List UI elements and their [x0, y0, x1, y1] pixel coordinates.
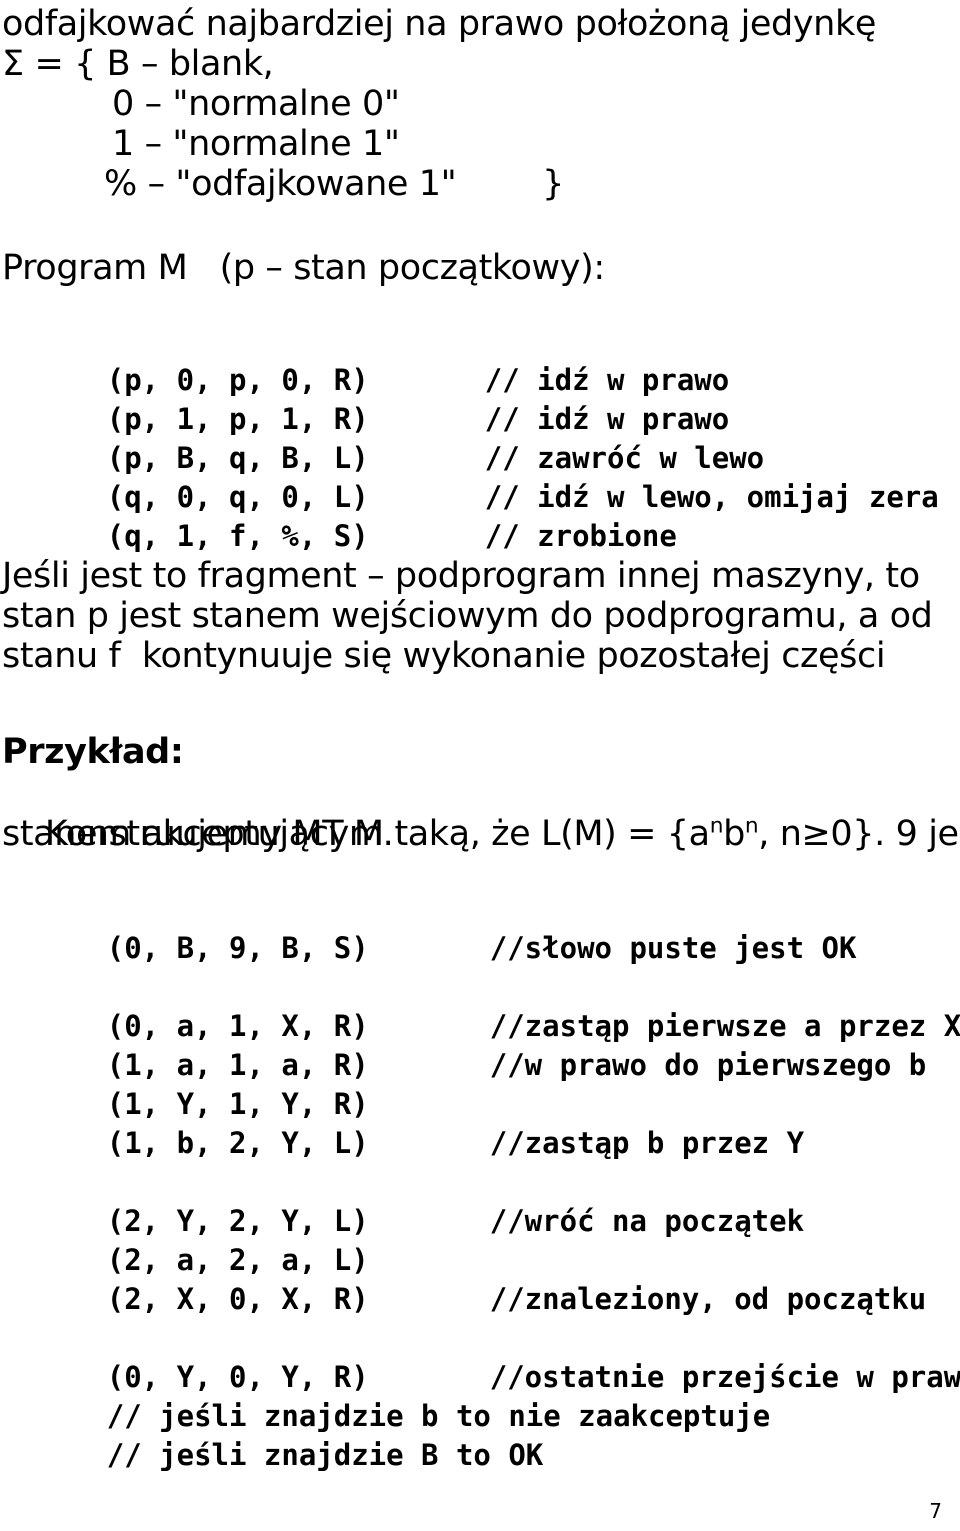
example-heading: Przykład: [2, 732, 184, 772]
transition-tuple: (1, b, 2, Y, L) [106, 1126, 369, 1160]
transition-comment: //znaleziony, od początku [489, 1282, 927, 1316]
transition-comment: //w prawo do pierwszego b [489, 1048, 927, 1082]
exponent-n-first: n [709, 813, 724, 839]
program-heading: Program M (p – stan początkowy): [2, 248, 605, 288]
example-statement-line: stanem akceptującym. [2, 814, 394, 854]
explanation-line: Jeśli jest to fragment – podprogram inne… [2, 556, 920, 596]
transition-tuple: (2, X, 0, X, R) [106, 1282, 369, 1316]
transition-comment: //wróć na początek [489, 1204, 805, 1238]
example-mid: b [723, 814, 745, 854]
explanation-line: stanu f kontynuuje się wykonanie pozosta… [2, 636, 886, 676]
transition-tuple: (0, B, 9, B, S) [106, 931, 369, 965]
transition-comment: //zastąp b przez Y [489, 1126, 805, 1160]
exponent-n-second: n [744, 813, 759, 839]
example-suffix: , n≥0}. 9 jest [758, 814, 960, 854]
explanation-line: stan p jest stanem wejściowym do podprog… [2, 596, 933, 636]
transition-tuple: (q, 1, f, %, S) [106, 519, 369, 553]
intro-line: 1 – "normalne 1" [112, 124, 400, 164]
page-number: 7 [929, 1499, 942, 1523]
transition-comment: // zrobione [484, 519, 677, 553]
intro-line: % – "odfajkowane 1" } [104, 164, 565, 204]
transition-comment: //słowo puste jest OK [489, 931, 857, 965]
transition-comment: // jeśli znajdzie B to OK [106, 1438, 544, 1472]
machine-comment-line: // jeśli znajdzie B to OK [0, 1397, 544, 1514]
document-page: odfajkować najbardziej na prawo położoną… [0, 0, 960, 1531]
intro-line: 0 – "normalne 0" [112, 84, 400, 124]
intro-line: odfajkować najbardziej na prawo położoną… [2, 4, 876, 44]
intro-line: Σ = { B – blank, [2, 44, 274, 84]
